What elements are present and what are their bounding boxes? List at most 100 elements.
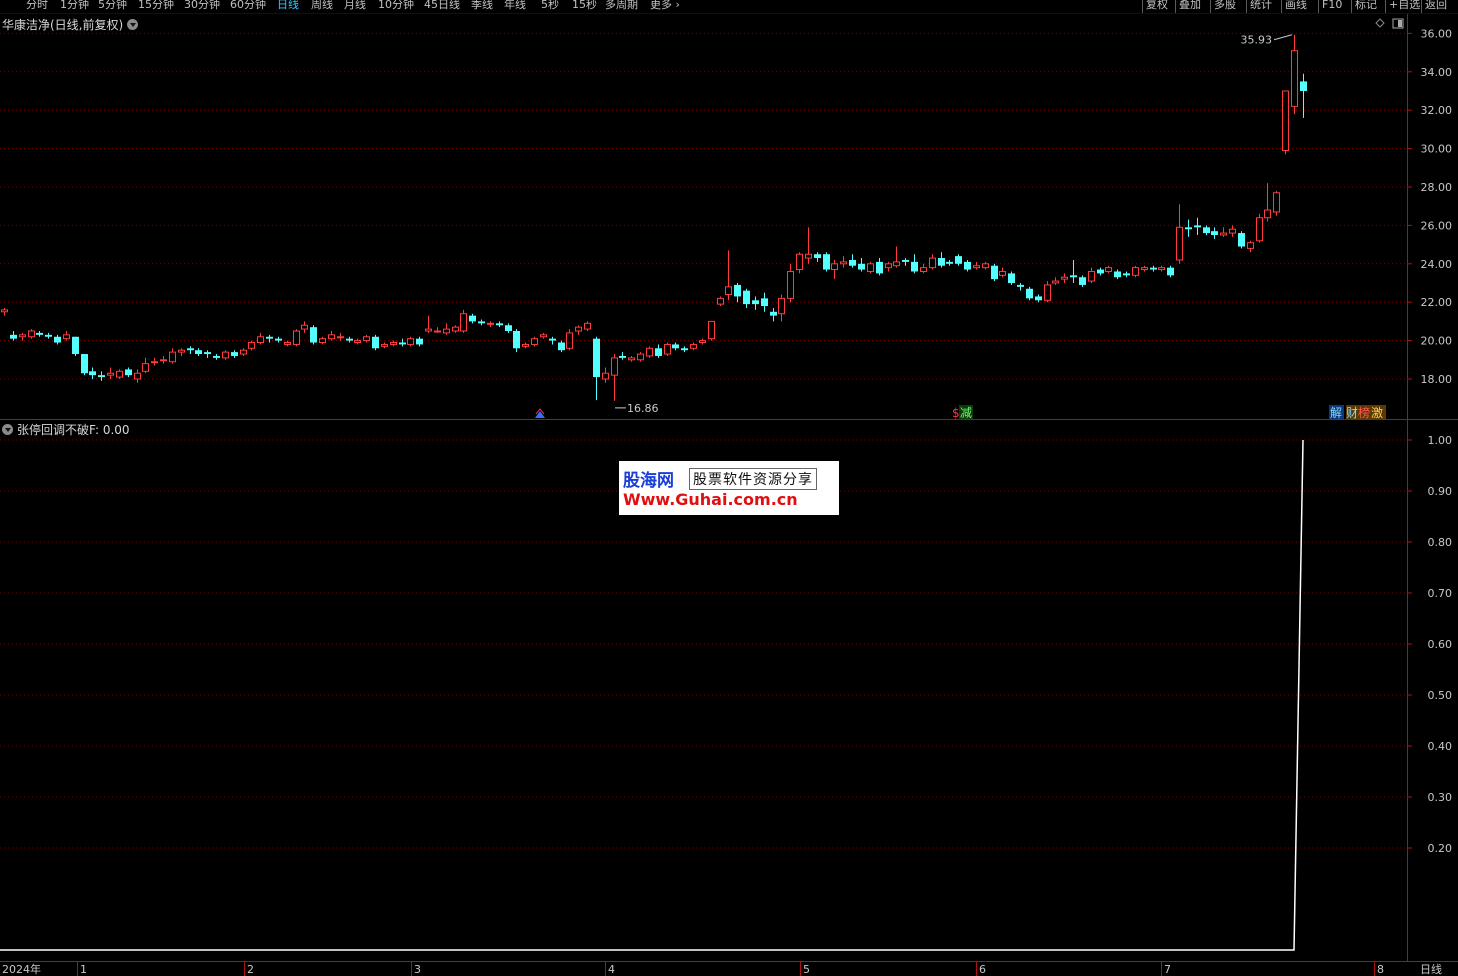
candle-body: [761, 298, 768, 307]
candle: [142, 357, 149, 374]
candle-body: [920, 267, 927, 272]
unlock-tag: 解: [1330, 406, 1342, 420]
candle: [761, 292, 768, 312]
candle-body: [1238, 233, 1245, 247]
candle: [558, 340, 565, 353]
candle-body: [1105, 267, 1112, 272]
candle: [1247, 240, 1254, 253]
candle: [902, 258, 909, 266]
candle-body: [460, 313, 467, 332]
candle-body: [363, 336, 370, 342]
candle-body: [372, 336, 379, 349]
candle-body: [699, 340, 706, 344]
candle: [204, 350, 211, 358]
candle: [929, 254, 936, 270]
candle: [89, 367, 96, 379]
price-label: 22.00: [1421, 296, 1453, 309]
candle-body: [89, 371, 96, 376]
candle: [151, 357, 158, 366]
candle: [1229, 225, 1236, 237]
candle-body: [354, 340, 361, 344]
candle-body: [796, 253, 803, 271]
candle: [1167, 265, 1174, 278]
candle: [938, 252, 945, 268]
candle-body: [1052, 280, 1059, 284]
candle: [549, 336, 556, 345]
candle: [1256, 213, 1263, 243]
indicator-label: 0.50: [1428, 689, 1453, 702]
candle-body: [1061, 276, 1068, 280]
candle-body: [1194, 225, 1201, 228]
candle-body: [337, 336, 344, 339]
candle: [1097, 267, 1104, 276]
candle: [354, 338, 361, 345]
candle-body: [407, 338, 414, 345]
candle: [1141, 265, 1148, 272]
candle-body: [1070, 275, 1077, 278]
price-label: 18.00: [1421, 373, 1453, 386]
candle-body: [1291, 50, 1298, 107]
candle: [98, 371, 105, 381]
candle: [602, 367, 609, 383]
candle: [337, 332, 344, 341]
candle: [1238, 231, 1245, 249]
candle-body: [831, 263, 838, 271]
candle: [690, 342, 697, 351]
candle-body: [681, 348, 688, 351]
candle: [28, 329, 35, 339]
candle-body: [840, 261, 847, 265]
candle-body: [443, 328, 450, 334]
candle-body: [619, 355, 626, 358]
indicator-label: 0.70: [1428, 587, 1453, 600]
candle: [725, 250, 732, 301]
candle: [805, 227, 812, 264]
candle-body: [1, 309, 8, 313]
candle: [655, 344, 662, 358]
candle-body: [1167, 267, 1174, 276]
candle: [460, 309, 467, 333]
candle-body: [231, 352, 238, 356]
candle-body: [240, 349, 247, 355]
candle-body: [505, 325, 512, 331]
candle: [1300, 73, 1307, 118]
candle: [540, 332, 547, 339]
month-label: 3: [414, 963, 421, 976]
candle: [513, 329, 520, 353]
price-label: 28.00: [1421, 181, 1453, 194]
candle: [1132, 265, 1139, 278]
candle: [45, 332, 52, 339]
candle-body: [902, 259, 909, 262]
candle-body: [1282, 90, 1289, 152]
candle: [849, 254, 856, 268]
candle-body: [558, 342, 565, 351]
candle-body: [142, 363, 149, 372]
candle: [63, 331, 70, 341]
candle-body: [1097, 269, 1104, 274]
candle: [72, 336, 79, 356]
candle: [566, 329, 573, 351]
indicator-label: 0.60: [1428, 638, 1453, 651]
candle: [469, 313, 476, 324]
candle-body: [19, 334, 26, 338]
candle-body: [938, 258, 945, 266]
candle: [681, 346, 688, 353]
candle: [911, 254, 918, 274]
candle: [893, 246, 900, 268]
month-label: 2: [247, 963, 254, 976]
candle: [1291, 34, 1298, 115]
watermark-slogan: 股票软件资源分享: [689, 468, 817, 490]
candle: [831, 259, 838, 280]
candle-body: [222, 351, 229, 359]
candle-body: [1141, 267, 1148, 271]
candle: [1, 307, 8, 316]
candle-body: [805, 253, 812, 259]
candle-body: [346, 338, 353, 341]
candle: [823, 252, 830, 272]
candle: [1123, 271, 1130, 278]
candle-body: [178, 349, 185, 353]
candle-body: [434, 330, 441, 333]
candle-body: [1247, 242, 1254, 249]
candle-body: [1176, 226, 1183, 261]
candle-body: [982, 263, 989, 269]
candle-body: [1300, 81, 1307, 91]
